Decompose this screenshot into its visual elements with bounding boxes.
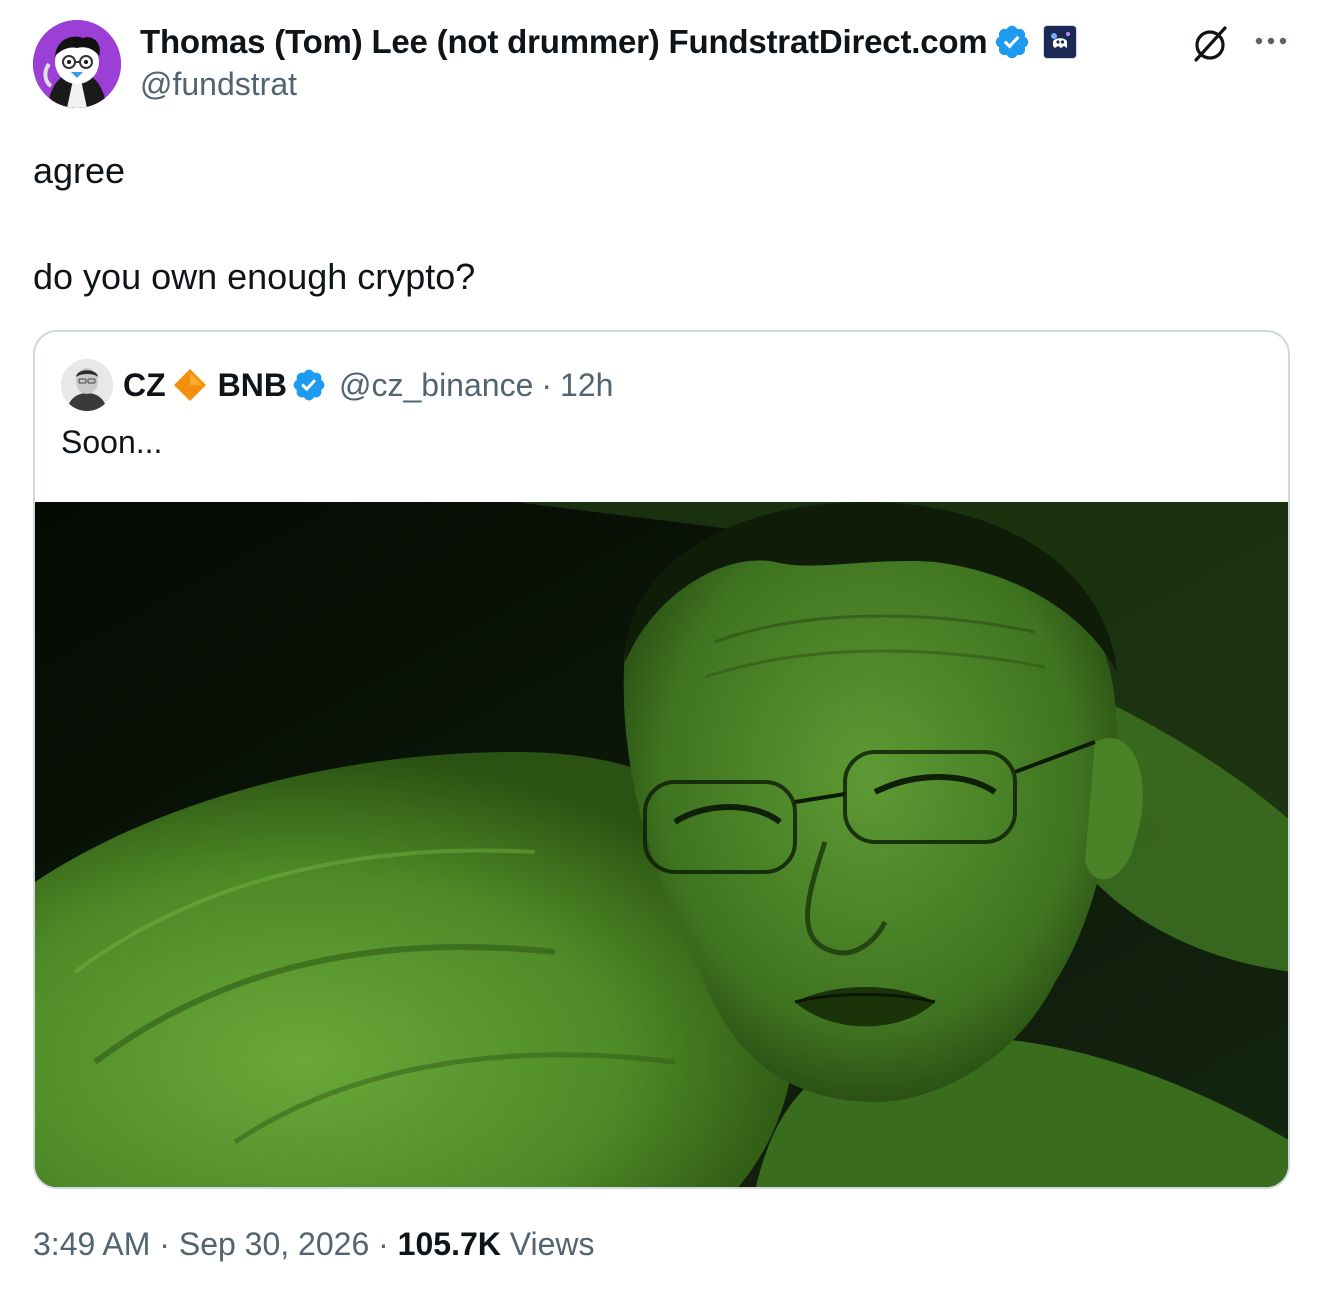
quoted-author-avatar[interactable] — [61, 359, 113, 411]
tweet: Thomas (Tom) Lee (not drummer) Fundstrat… — [0, 0, 1328, 1304]
more-options-icon[interactable] — [1251, 26, 1291, 56]
views-count[interactable]: 105.7K — [398, 1226, 501, 1262]
quoted-separator: · — [541, 366, 553, 403]
penguin-avatar-icon — [33, 20, 121, 108]
author-avatar[interactable] — [33, 20, 121, 108]
author-handle[interactable]: @fundstrat — [140, 66, 297, 103]
night-vision-photo — [35, 502, 1288, 1187]
tweet-text-line-2: do you own enough crypto? — [33, 256, 476, 297]
grok-icon[interactable] — [1188, 22, 1232, 66]
quoted-author-name[interactable]: CZ — [123, 367, 166, 404]
author-name-row: Thomas (Tom) Lee (not drummer) Fundstrat… — [140, 20, 1078, 64]
footer-separator-2: · — [378, 1226, 389, 1262]
affiliate-badge-icon[interactable] — [1043, 25, 1078, 59]
portrait-avatar-icon — [61, 359, 113, 411]
orange-diamond-icon — [173, 369, 206, 401]
verified-badge-icon[interactable] — [993, 23, 1031, 61]
footer-separator-1: · — [159, 1226, 170, 1262]
quoted-tweet-header: CZ BNB @cz_binance · 12h — [61, 358, 613, 412]
tweet-time[interactable]: 3:49 AM — [33, 1226, 150, 1262]
quoted-author-name-suffix[interactable]: BNB — [218, 367, 287, 404]
quoted-verified-badge-icon[interactable] — [291, 367, 327, 403]
views-label[interactable]: Views — [510, 1226, 595, 1262]
tweet-metadata: 3:49 AM · Sep 30, 2026 · 105.7K Views — [33, 1226, 595, 1263]
quoted-timestamp[interactable]: 12h — [560, 367, 613, 404]
quoted-media-image[interactable] — [35, 502, 1288, 1187]
tweet-text-line-1: agree — [33, 150, 126, 191]
tweet-date[interactable]: Sep 30, 2026 — [179, 1226, 369, 1262]
quoted-tweet-card[interactable]: CZ BNB @cz_binance · 12h Soon... — [33, 330, 1290, 1189]
quoted-tweet-text: Soon... — [61, 424, 163, 460]
quoted-author-handle[interactable]: @cz_binance — [339, 367, 533, 404]
author-display-name[interactable]: Thomas (Tom) Lee (not drummer) Fundstrat… — [140, 23, 988, 61]
